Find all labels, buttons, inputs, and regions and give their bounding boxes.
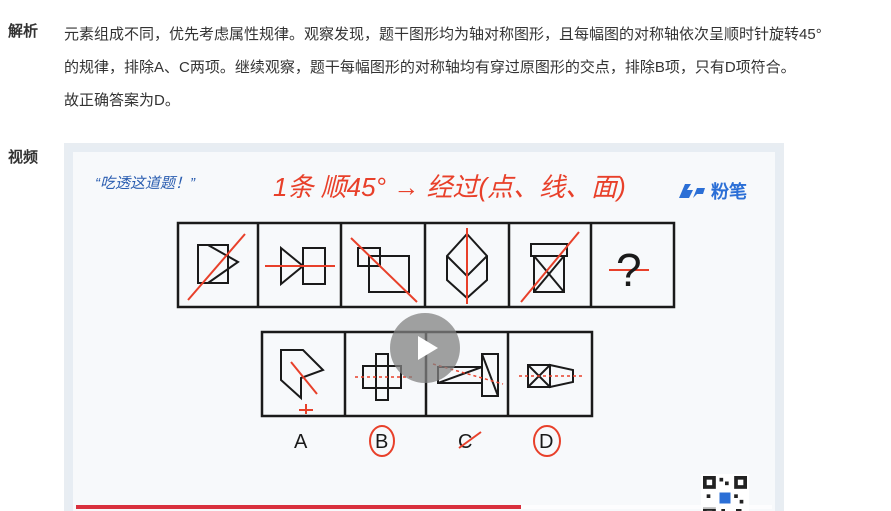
question-mark: ?	[616, 244, 642, 296]
play-button[interactable]	[390, 313, 460, 383]
question-figure-6: ?	[609, 244, 649, 296]
option-label-d: D	[539, 431, 553, 453]
question-row	[176, 221, 676, 309]
brand-name: 粉笔	[711, 182, 747, 202]
video-progress-fill	[76, 505, 522, 509]
play-icon	[418, 336, 438, 360]
analysis-line-2: 的规律，排除A、C两项。继续观察，题干每幅图形的对称轴均有穿过原图形的交点，排除…	[64, 59, 796, 76]
analysis-line-3: 故正确答案为D。	[64, 92, 180, 109]
video-frame: “吃透这道题！” 1条 顺45° → 经过(点、线、面) ? A B C D 粉…	[68, 147, 780, 511]
handwritten-title: “吃透这道题！”	[95, 175, 196, 192]
question-figure-1	[187, 233, 246, 301]
option-label-c: C	[458, 431, 472, 453]
question-figure-3	[350, 237, 418, 303]
question-figure-4	[446, 228, 488, 304]
option-label-b: B	[375, 431, 388, 453]
option-figure-d	[519, 363, 585, 389]
video-player[interactable]: “吃透这道题！” 1条 顺45° → 经过(点、线、面) ? A B C D 粉…	[64, 143, 784, 511]
option-figure-a	[280, 349, 325, 414]
question-figure-2	[265, 245, 335, 287]
analysis-line-1: 元素组成不同，优先考虑属性规律。观察发现，题干图形均为轴对称图形，且每幅图的对称…	[64, 26, 822, 43]
option-label-a: A	[294, 431, 308, 453]
video-label: 视频	[8, 149, 39, 166]
brand-logo: 粉笔	[677, 178, 747, 204]
question-figure-5	[520, 231, 580, 303]
analysis-label: 解析	[8, 23, 39, 40]
analysis-text: 元素组成不同，优先考虑属性规律。观察发现，题干图形均为轴对称图形，且每幅图的对称…	[64, 18, 879, 117]
handwritten-note: 1条 顺45° → 经过(点、线、面)	[273, 172, 626, 202]
fenbi-logo-icon	[679, 184, 705, 198]
video-progress-bar[interactable]	[76, 505, 772, 509]
